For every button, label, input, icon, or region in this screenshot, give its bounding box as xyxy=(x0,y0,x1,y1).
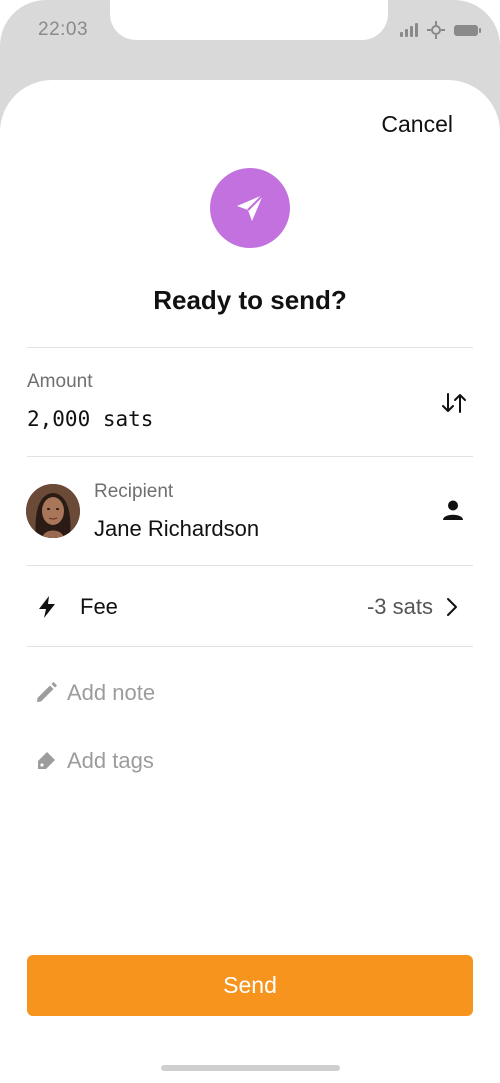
cancel-button[interactable]: Cancel xyxy=(381,111,453,138)
swap-arrows-icon[interactable] xyxy=(440,391,468,415)
divider xyxy=(27,646,473,647)
amount-label: Amount xyxy=(27,371,93,392)
divider xyxy=(27,456,473,457)
paper-plane-icon xyxy=(237,194,264,221)
recipient-label: Recipient xyxy=(94,481,174,502)
battery-icon xyxy=(454,24,481,36)
amount-value: 2,000 sats xyxy=(27,407,154,431)
fee-amount: -3 sats xyxy=(366,594,433,619)
connectivity-icon xyxy=(427,21,445,39)
send-badge xyxy=(210,168,290,248)
divider xyxy=(27,565,473,566)
device-notch xyxy=(110,0,388,40)
recipient-avatar xyxy=(26,484,80,538)
pencil-icon xyxy=(37,682,57,702)
person-icon[interactable] xyxy=(442,499,464,521)
home-indicator xyxy=(161,1065,340,1071)
add-note-button[interactable]: Add note xyxy=(34,675,155,711)
add-tags-button[interactable]: Add tags xyxy=(34,743,154,779)
send-confirmation-sheet: Cancel Ready to send? Amount 2,000 sats xyxy=(0,80,500,1083)
phone-screen: 22:03 Cancel Ready to send? Amount 2,000… xyxy=(0,0,500,1083)
fee-label: Fee xyxy=(80,594,118,619)
recipient-name: Jane Richardson xyxy=(94,516,260,541)
tag-icon xyxy=(38,752,55,769)
send-button[interactable]: Send xyxy=(27,955,473,1016)
add-note-label: Add note xyxy=(67,680,156,705)
lightning-bolt-icon xyxy=(39,596,55,618)
chevron-right-icon xyxy=(447,598,457,616)
status-icons xyxy=(400,20,481,40)
fee-row[interactable]: Fee -3 sats xyxy=(0,567,500,647)
status-time: 22:03 xyxy=(38,19,89,40)
add-tags-label: Add tags xyxy=(67,748,154,773)
cellular-signal-icon xyxy=(400,23,418,37)
page-title: Ready to send? xyxy=(153,285,347,315)
divider xyxy=(27,347,473,348)
